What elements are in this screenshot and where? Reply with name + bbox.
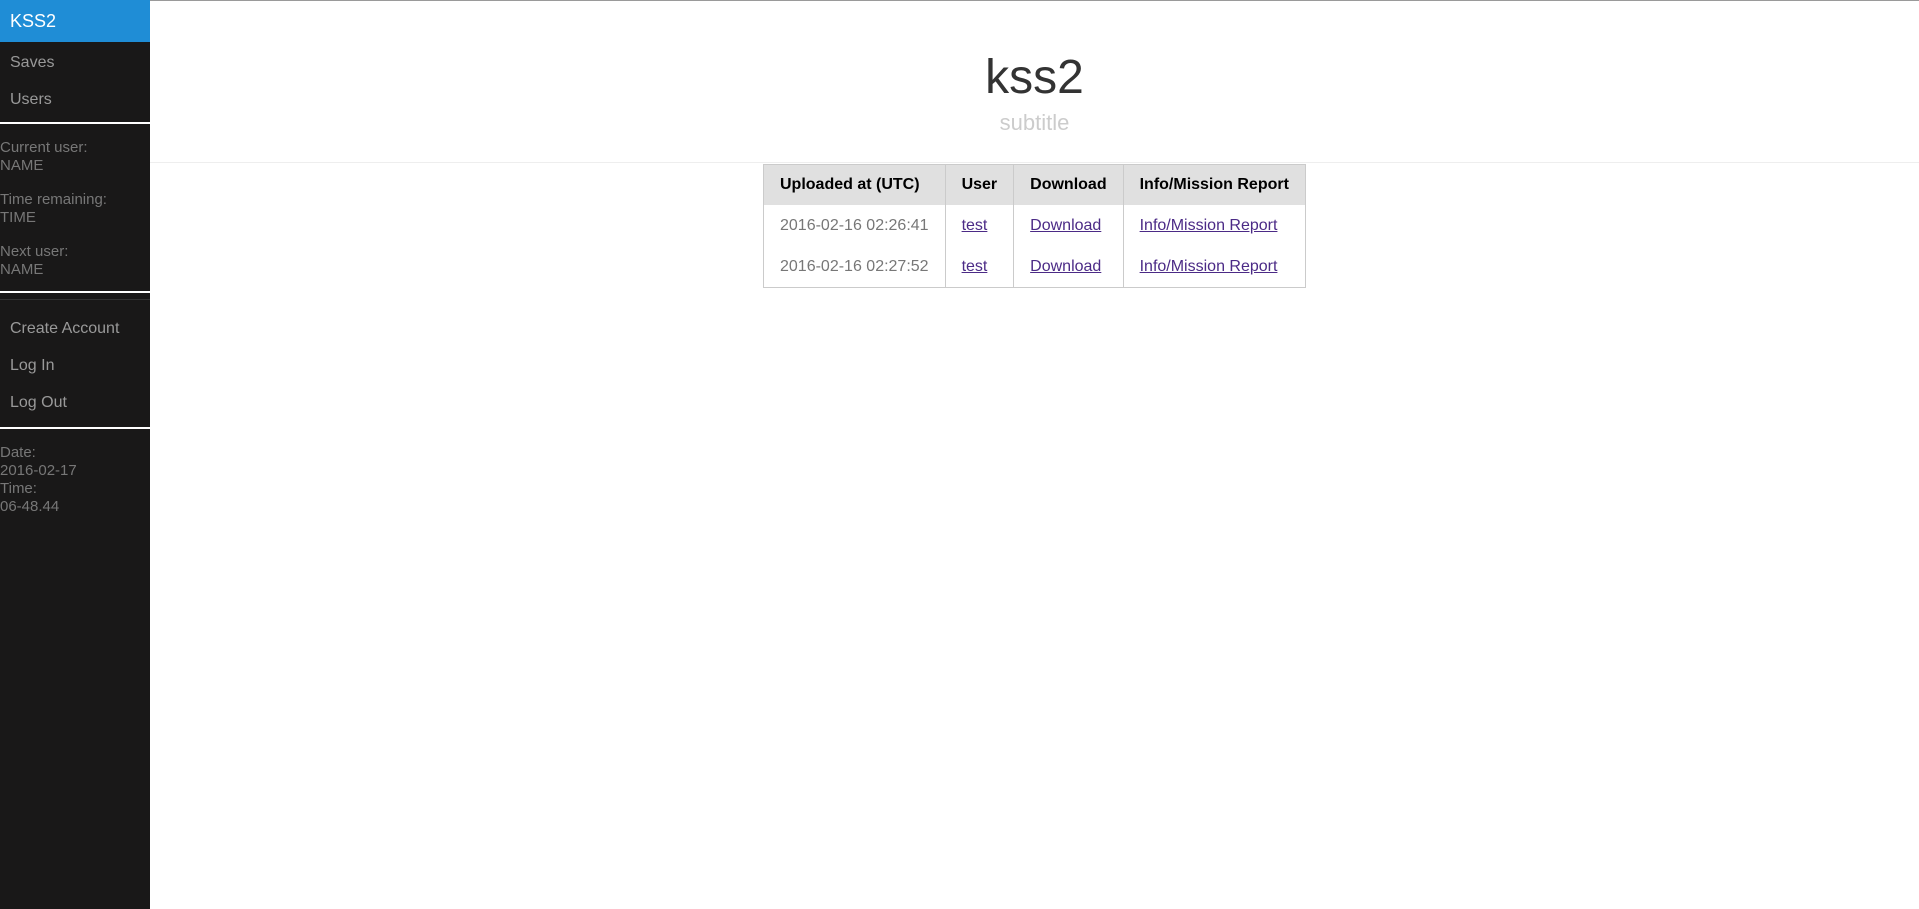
- download-cell: Download: [1013, 246, 1124, 288]
- user-link[interactable]: test: [962, 217, 988, 234]
- user-cell: test: [944, 246, 1014, 288]
- nav-item-log-out[interactable]: Log Out: [0, 384, 150, 421]
- page-title: kss2: [985, 51, 1084, 104]
- next-user-value: NAME: [0, 261, 44, 278]
- uploaded-cell: 2016-02-16 02:27:52: [780, 257, 929, 275]
- table-header-row: Uploaded at (UTC) User Download Info/Mis…: [763, 164, 1306, 205]
- date-label: Date:: [0, 444, 36, 461]
- server-datetime: Date: 2016-02-17 Time: 06-48.44: [0, 429, 150, 516]
- table-row: 2016-02-16 02:26:41 test Download Info/M…: [764, 205, 1306, 246]
- report-link[interactable]: Info/Mission Report: [1140, 258, 1278, 275]
- main-nav: Saves Users: [0, 42, 150, 118]
- date-value: 2016-02-17: [0, 462, 77, 479]
- download-link[interactable]: Download: [1030, 217, 1101, 234]
- nav-item-create-account[interactable]: Create Account: [0, 310, 150, 347]
- time-value: 06-48.44: [0, 498, 60, 515]
- download-link[interactable]: Download: [1030, 258, 1101, 275]
- user-cell: test: [944, 205, 1014, 246]
- next-user-label: Next user:: [0, 243, 69, 260]
- download-cell: Download: [1013, 205, 1124, 246]
- current-user-value: NAME: [0, 157, 44, 174]
- column-header-download: Download: [1013, 164, 1124, 205]
- nav-item-users[interactable]: Users: [0, 81, 150, 118]
- report-cell: Info/Mission Report: [1122, 246, 1306, 288]
- nav-item-log-in[interactable]: Log In: [0, 347, 150, 384]
- column-header-report: Info/Mission Report: [1122, 164, 1306, 205]
- page-subtitle: subtitle: [999, 110, 1070, 135]
- session-status: Current user: NAME Time remaining: TIME …: [0, 124, 150, 291]
- time-label: Time:: [0, 480, 37, 497]
- column-header-uploaded: Uploaded at (UTC): [763, 164, 946, 205]
- auth-nav: Create Account Log In Log Out: [0, 299, 150, 427]
- sidebar-divider: [0, 291, 150, 293]
- time-remaining-info: Time remaining: TIME: [0, 191, 150, 227]
- page-header: kss2 subtitle: [150, 0, 1919, 163]
- brand-link[interactable]: KSS2: [0, 0, 150, 42]
- current-user-info: Current user: NAME: [0, 139, 150, 175]
- current-user-label: Current user:: [0, 139, 88, 156]
- time-remaining-label: Time remaining:: [0, 191, 107, 208]
- next-user-info: Next user: NAME: [0, 243, 150, 279]
- uploaded-cell: 2016-02-16 02:26:41: [780, 216, 929, 234]
- main-content: kss2 subtitle Uploaded at (UTC) User Dow…: [150, 0, 1919, 909]
- user-link[interactable]: test: [962, 258, 988, 275]
- report-cell: Info/Mission Report: [1122, 205, 1306, 246]
- table-row: 2016-02-16 02:27:52 test Download Info/M…: [764, 246, 1306, 288]
- saves-table: Uploaded at (UTC) User Download Info/Mis…: [763, 164, 1306, 288]
- column-header-user: User: [944, 164, 1014, 205]
- nav-item-saves[interactable]: Saves: [0, 44, 150, 81]
- time-remaining-value: TIME: [0, 209, 36, 226]
- sidebar: KSS2 Saves Users Current user: NAME Time…: [0, 0, 150, 909]
- report-link[interactable]: Info/Mission Report: [1140, 217, 1278, 234]
